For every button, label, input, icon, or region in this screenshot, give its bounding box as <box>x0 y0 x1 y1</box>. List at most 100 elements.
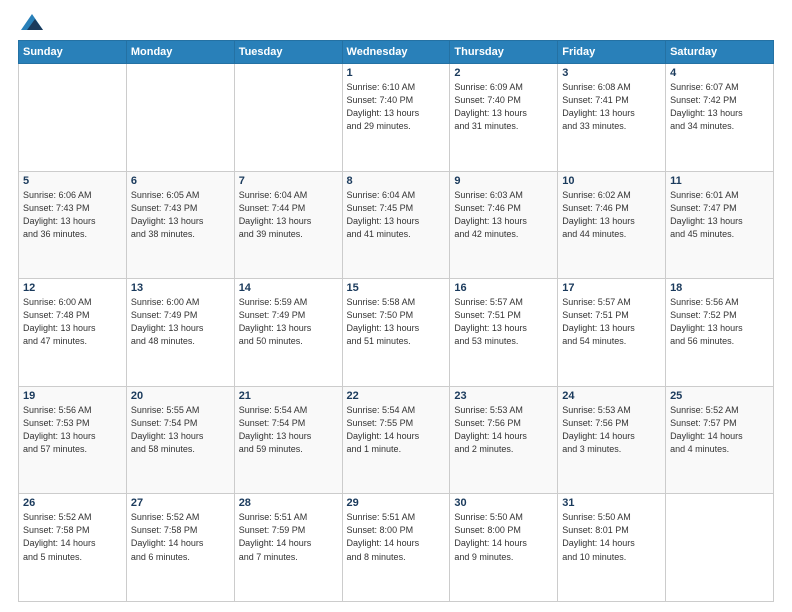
day-cell: 28 Sunrise: 5:51 AM Sunset: 7:59 PM Dayli… <box>234 494 342 602</box>
day-cell: 29 Sunrise: 5:51 AM Sunset: 8:00 PM Dayli… <box>342 494 450 602</box>
day-number: 25 <box>670 390 769 402</box>
day-info: Sunrise: 5:51 AM Sunset: 8:00 PM Dayligh… <box>347 511 446 563</box>
day-cell: 15 Sunrise: 5:58 AM Sunset: 7:50 PM Dayli… <box>342 279 450 387</box>
day-info: Sunrise: 5:50 AM Sunset: 8:01 PM Dayligh… <box>562 511 661 563</box>
day-cell: 22 Sunrise: 5:54 AM Sunset: 7:55 PM Dayli… <box>342 386 450 494</box>
day-info: Sunrise: 6:04 AM Sunset: 7:44 PM Dayligh… <box>239 189 338 241</box>
day-info: Sunrise: 5:56 AM Sunset: 7:53 PM Dayligh… <box>23 404 122 456</box>
day-cell: 18Sunrise: 5:56 AM Sunset: 7:52 PM Dayli… <box>666 279 774 387</box>
day-cell: 9 Sunrise: 6:03 AM Sunset: 7:46 PM Daylig… <box>450 171 558 279</box>
day-info: Sunrise: 6:09 AM Sunset: 7:40 PM Dayligh… <box>454 81 553 133</box>
day-info: Sunrise: 6:00 AM Sunset: 7:48 PM Dayligh… <box>23 296 122 348</box>
day-number: 11 <box>670 175 769 187</box>
day-info: Sunrise: 5:57 AM Sunset: 7:51 PM Dayligh… <box>454 296 553 348</box>
day-number: 31 <box>562 497 661 509</box>
day-cell <box>666 494 774 602</box>
day-info: Sunrise: 5:52 AM Sunset: 7:58 PM Dayligh… <box>131 511 230 563</box>
day-info: Sunrise: 5:58 AM Sunset: 7:50 PM Dayligh… <box>347 296 446 348</box>
day-number: 9 <box>454 175 553 187</box>
day-number: 28 <box>239 497 338 509</box>
day-info: Sunrise: 5:56 AM Sunset: 7:52 PM Dayligh… <box>670 296 769 348</box>
day-cell: 2 Sunrise: 6:09 AM Sunset: 7:40 PM Daylig… <box>450 64 558 172</box>
day-cell: 1Sunrise: 6:10 AM Sunset: 7:40 PM Daylig… <box>342 64 450 172</box>
day-cell: 23 Sunrise: 5:53 AM Sunset: 7:56 PM Dayli… <box>450 386 558 494</box>
weekday-header-row: SundayMondayTuesdayWednesdayThursdayFrid… <box>19 41 774 64</box>
day-info: Sunrise: 6:00 AM Sunset: 7:49 PM Dayligh… <box>131 296 230 348</box>
day-number: 14 <box>239 282 338 294</box>
day-info: Sunrise: 5:54 AM Sunset: 7:55 PM Dayligh… <box>347 404 446 456</box>
day-cell: 31 Sunrise: 5:50 AM Sunset: 8:01 PM Dayli… <box>558 494 666 602</box>
day-cell: 5 Sunrise: 6:06 AM Sunset: 7:43 PM Daylig… <box>19 171 127 279</box>
day-number: 6 <box>131 175 230 187</box>
week-row-3: 12 Sunrise: 6:00 AM Sunset: 7:48 PM Dayli… <box>19 279 774 387</box>
logo-icon <box>21 14 43 30</box>
day-number: 22 <box>347 390 446 402</box>
day-number: 8 <box>347 175 446 187</box>
day-info: Sunrise: 5:53 AM Sunset: 7:56 PM Dayligh… <box>454 404 553 456</box>
day-number: 21 <box>239 390 338 402</box>
week-row-1: 1Sunrise: 6:10 AM Sunset: 7:40 PM Daylig… <box>19 64 774 172</box>
day-cell: 3Sunrise: 6:08 AM Sunset: 7:41 PM Daylig… <box>558 64 666 172</box>
day-number: 17 <box>562 282 661 294</box>
day-info: Sunrise: 5:52 AM Sunset: 7:57 PM Dayligh… <box>670 404 769 456</box>
day-info: Sunrise: 6:07 AM Sunset: 7:42 PM Dayligh… <box>670 81 769 133</box>
day-info: Sunrise: 6:02 AM Sunset: 7:46 PM Dayligh… <box>562 189 661 241</box>
weekday-header-saturday: Saturday <box>666 41 774 64</box>
day-info: Sunrise: 5:59 AM Sunset: 7:49 PM Dayligh… <box>239 296 338 348</box>
day-cell: 6 Sunrise: 6:05 AM Sunset: 7:43 PM Daylig… <box>126 171 234 279</box>
day-cell: 4 Sunrise: 6:07 AM Sunset: 7:42 PM Daylig… <box>666 64 774 172</box>
day-cell: 26 Sunrise: 5:52 AM Sunset: 7:58 PM Dayli… <box>19 494 127 602</box>
day-number: 12 <box>23 282 122 294</box>
day-number: 30 <box>454 497 553 509</box>
day-number: 26 <box>23 497 122 509</box>
day-cell: 27 Sunrise: 5:52 AM Sunset: 7:58 PM Dayli… <box>126 494 234 602</box>
weekday-header-thursday: Thursday <box>450 41 558 64</box>
day-number: 1 <box>347 67 446 79</box>
header <box>18 18 774 30</box>
day-cell: 30 Sunrise: 5:50 AM Sunset: 8:00 PM Dayli… <box>450 494 558 602</box>
day-info: Sunrise: 5:50 AM Sunset: 8:00 PM Dayligh… <box>454 511 553 563</box>
calendar-table: SundayMondayTuesdayWednesdayThursdayFrid… <box>18 40 774 602</box>
day-info: Sunrise: 5:54 AM Sunset: 7:54 PM Dayligh… <box>239 404 338 456</box>
day-number: 2 <box>454 67 553 79</box>
day-number: 15 <box>347 282 446 294</box>
weekday-header-wednesday: Wednesday <box>342 41 450 64</box>
day-info: Sunrise: 6:06 AM Sunset: 7:43 PM Dayligh… <box>23 189 122 241</box>
day-info: Sunrise: 6:04 AM Sunset: 7:45 PM Dayligh… <box>347 189 446 241</box>
day-number: 5 <box>23 175 122 187</box>
logo <box>18 18 43 30</box>
day-number: 16 <box>454 282 553 294</box>
day-number: 23 <box>454 390 553 402</box>
day-number: 19 <box>23 390 122 402</box>
day-number: 24 <box>562 390 661 402</box>
weekday-header-friday: Friday <box>558 41 666 64</box>
day-cell: 14 Sunrise: 5:59 AM Sunset: 7:49 PM Dayli… <box>234 279 342 387</box>
day-cell <box>19 64 127 172</box>
weekday-header-monday: Monday <box>126 41 234 64</box>
day-info: Sunrise: 5:51 AM Sunset: 7:59 PM Dayligh… <box>239 511 338 563</box>
day-cell: 8 Sunrise: 6:04 AM Sunset: 7:45 PM Daylig… <box>342 171 450 279</box>
day-info: Sunrise: 5:52 AM Sunset: 7:58 PM Dayligh… <box>23 511 122 563</box>
day-cell: 7 Sunrise: 6:04 AM Sunset: 7:44 PM Daylig… <box>234 171 342 279</box>
day-cell: 24Sunrise: 5:53 AM Sunset: 7:56 PM Dayli… <box>558 386 666 494</box>
week-row-5: 26 Sunrise: 5:52 AM Sunset: 7:58 PM Dayli… <box>19 494 774 602</box>
day-cell: 12 Sunrise: 6:00 AM Sunset: 7:48 PM Dayli… <box>19 279 127 387</box>
day-cell: 25 Sunrise: 5:52 AM Sunset: 7:57 PM Dayli… <box>666 386 774 494</box>
day-info: Sunrise: 6:01 AM Sunset: 7:47 PM Dayligh… <box>670 189 769 241</box>
day-number: 29 <box>347 497 446 509</box>
day-number: 20 <box>131 390 230 402</box>
weekday-header-tuesday: Tuesday <box>234 41 342 64</box>
day-cell <box>126 64 234 172</box>
day-cell: 17 Sunrise: 5:57 AM Sunset: 7:51 PM Dayli… <box>558 279 666 387</box>
page: SundayMondayTuesdayWednesdayThursdayFrid… <box>0 0 792 612</box>
day-info: Sunrise: 6:03 AM Sunset: 7:46 PM Dayligh… <box>454 189 553 241</box>
day-info: Sunrise: 5:57 AM Sunset: 7:51 PM Dayligh… <box>562 296 661 348</box>
day-cell: 11 Sunrise: 6:01 AM Sunset: 7:47 PM Dayli… <box>666 171 774 279</box>
day-number: 3 <box>562 67 661 79</box>
day-number: 4 <box>670 67 769 79</box>
day-number: 7 <box>239 175 338 187</box>
day-cell: 13Sunrise: 6:00 AM Sunset: 7:49 PM Dayli… <box>126 279 234 387</box>
day-number: 10 <box>562 175 661 187</box>
day-number: 27 <box>131 497 230 509</box>
day-info: Sunrise: 6:05 AM Sunset: 7:43 PM Dayligh… <box>131 189 230 241</box>
